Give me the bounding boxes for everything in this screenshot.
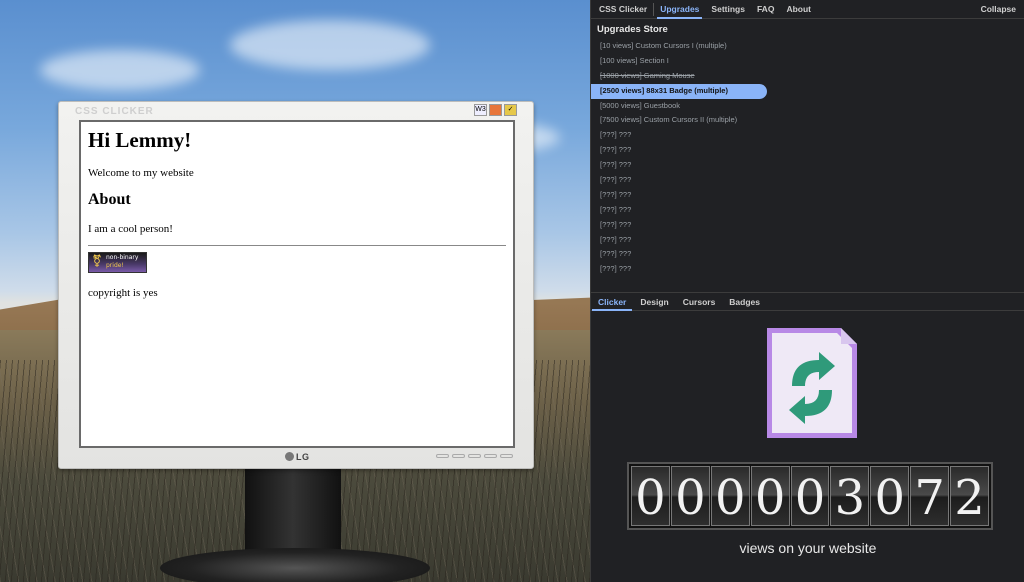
upgrade-item-locked[interactable]: [???] ??? <box>591 262 1024 277</box>
cloud <box>230 20 430 70</box>
game-panel: CSS Clicker Upgrades Settings FAQ About … <box>590 0 1024 582</box>
tab-faq[interactable]: FAQ <box>751 0 780 19</box>
counter-digit: 0 <box>710 466 750 526</box>
store-title: Upgrades Store <box>597 24 668 35</box>
upgrade-item[interactable]: [5000 views] Guestbook <box>591 99 1024 114</box>
about-heading: About <box>88 191 131 208</box>
tab-badges[interactable]: Badges <box>722 293 767 310</box>
website-screen[interactable]: Hi Lemmy! Welcome to my website About I … <box>79 120 515 448</box>
nonbinary-pride-badge: ⚧ non-binary pride! <box>88 252 147 273</box>
monitor-stand-base <box>160 548 430 582</box>
w3c-icon: W3 <box>474 104 487 116</box>
monitor-button[interactable] <box>468 454 481 458</box>
cloud <box>40 50 200 90</box>
monitor-buttons <box>436 454 513 458</box>
badge-text-line2: pride! <box>106 262 124 269</box>
upgrade-item-selected[interactable]: [2500 views] 88x31 Badge (multiple) <box>591 83 767 99</box>
upgrade-item-locked[interactable]: [???] ??? <box>591 128 1024 143</box>
checkmark-icon: ✓ <box>504 104 517 116</box>
upgrade-item[interactable]: [7500 views] Custom Cursors II (multiple… <box>591 113 1024 128</box>
counter-digit: 2 <box>950 466 990 526</box>
upgrade-item-locked[interactable]: [???] ??? <box>591 218 1024 233</box>
tab-upgrades[interactable]: Upgrades <box>654 0 705 19</box>
counter-digit: 7 <box>910 466 950 526</box>
counter-digit: 0 <box>631 466 670 526</box>
divider <box>88 245 506 246</box>
upgrades-list: [10 views] Custom Cursors I (multiple) [… <box>591 39 1024 277</box>
monitor: CSS CLICKER W3 ✓ Hi Lemmy! Welcome to my… <box>58 101 534 469</box>
monitor-button[interactable] <box>436 454 449 458</box>
top-tab-bar: CSS Clicker Upgrades Settings FAQ About … <box>591 0 1024 19</box>
tab-settings[interactable]: Settings <box>705 0 751 19</box>
monitor-button[interactable] <box>484 454 497 458</box>
tab-clicker[interactable]: Clicker <box>591 293 633 311</box>
upgrade-item-locked[interactable]: [???] ??? <box>591 188 1024 203</box>
upgrade-item[interactable]: [10 views] Custom Cursors I (multiple) <box>591 39 1024 54</box>
tab-css-clicker[interactable]: CSS Clicker <box>593 2 655 16</box>
gender-symbol-icon: ⚧ <box>92 254 103 268</box>
refresh-file-icon[interactable] <box>767 328 857 438</box>
monitor-power-button[interactable] <box>500 454 513 458</box>
views-label: views on your website <box>739 540 877 556</box>
about-text: I am a cool person! <box>88 223 173 235</box>
counter-digit: 0 <box>870 466 910 526</box>
upgrade-item-locked[interactable]: [???] ??? <box>591 247 1024 262</box>
upgrade-item-locked[interactable]: [???] ??? <box>591 158 1024 173</box>
sub-tab-bar: Clicker Design Cursors Badges <box>591 292 1024 311</box>
badge-text-line1: non-binary <box>106 254 139 261</box>
counter-digit: 0 <box>670 466 710 526</box>
monitor-icons: W3 ✓ <box>474 104 517 116</box>
upgrade-item[interactable]: [100 views] Section I <box>591 54 1024 69</box>
tab-cursors[interactable]: Cursors <box>676 293 723 310</box>
monitor-title: CSS CLICKER <box>75 106 154 117</box>
collapse-button[interactable]: Collapse <box>981 0 1016 19</box>
desktop-scene: CSS CLICKER W3 ✓ Hi Lemmy! Welcome to my… <box>0 0 590 582</box>
upgrade-item-bought: [1000 views] Gaming Mouse <box>600 70 695 80</box>
tab-about[interactable]: About <box>780 0 817 19</box>
html5-icon <box>489 104 502 116</box>
counter-digit: 3 <box>830 466 870 526</box>
upgrade-item-locked[interactable]: [???] ??? <box>591 233 1024 248</box>
views-counter: 0 0 0 0 0 3 0 7 2 <box>627 462 993 530</box>
tab-design[interactable]: Design <box>633 293 675 310</box>
upgrade-item-locked[interactable]: [???] ??? <box>591 203 1024 218</box>
welcome-text: Welcome to my website <box>88 167 194 179</box>
monitor-button[interactable] <box>452 454 465 458</box>
upgrade-item-locked[interactable]: [???] ??? <box>591 143 1024 158</box>
counter-digit: 0 <box>750 466 790 526</box>
footer-text: copyright is yes <box>88 287 158 299</box>
monitor-brand-logo: LG <box>285 452 310 462</box>
upgrade-item-locked[interactable]: [???] ??? <box>591 173 1024 188</box>
counter-digit: 0 <box>790 466 830 526</box>
website-heading: Hi Lemmy! <box>88 128 192 152</box>
